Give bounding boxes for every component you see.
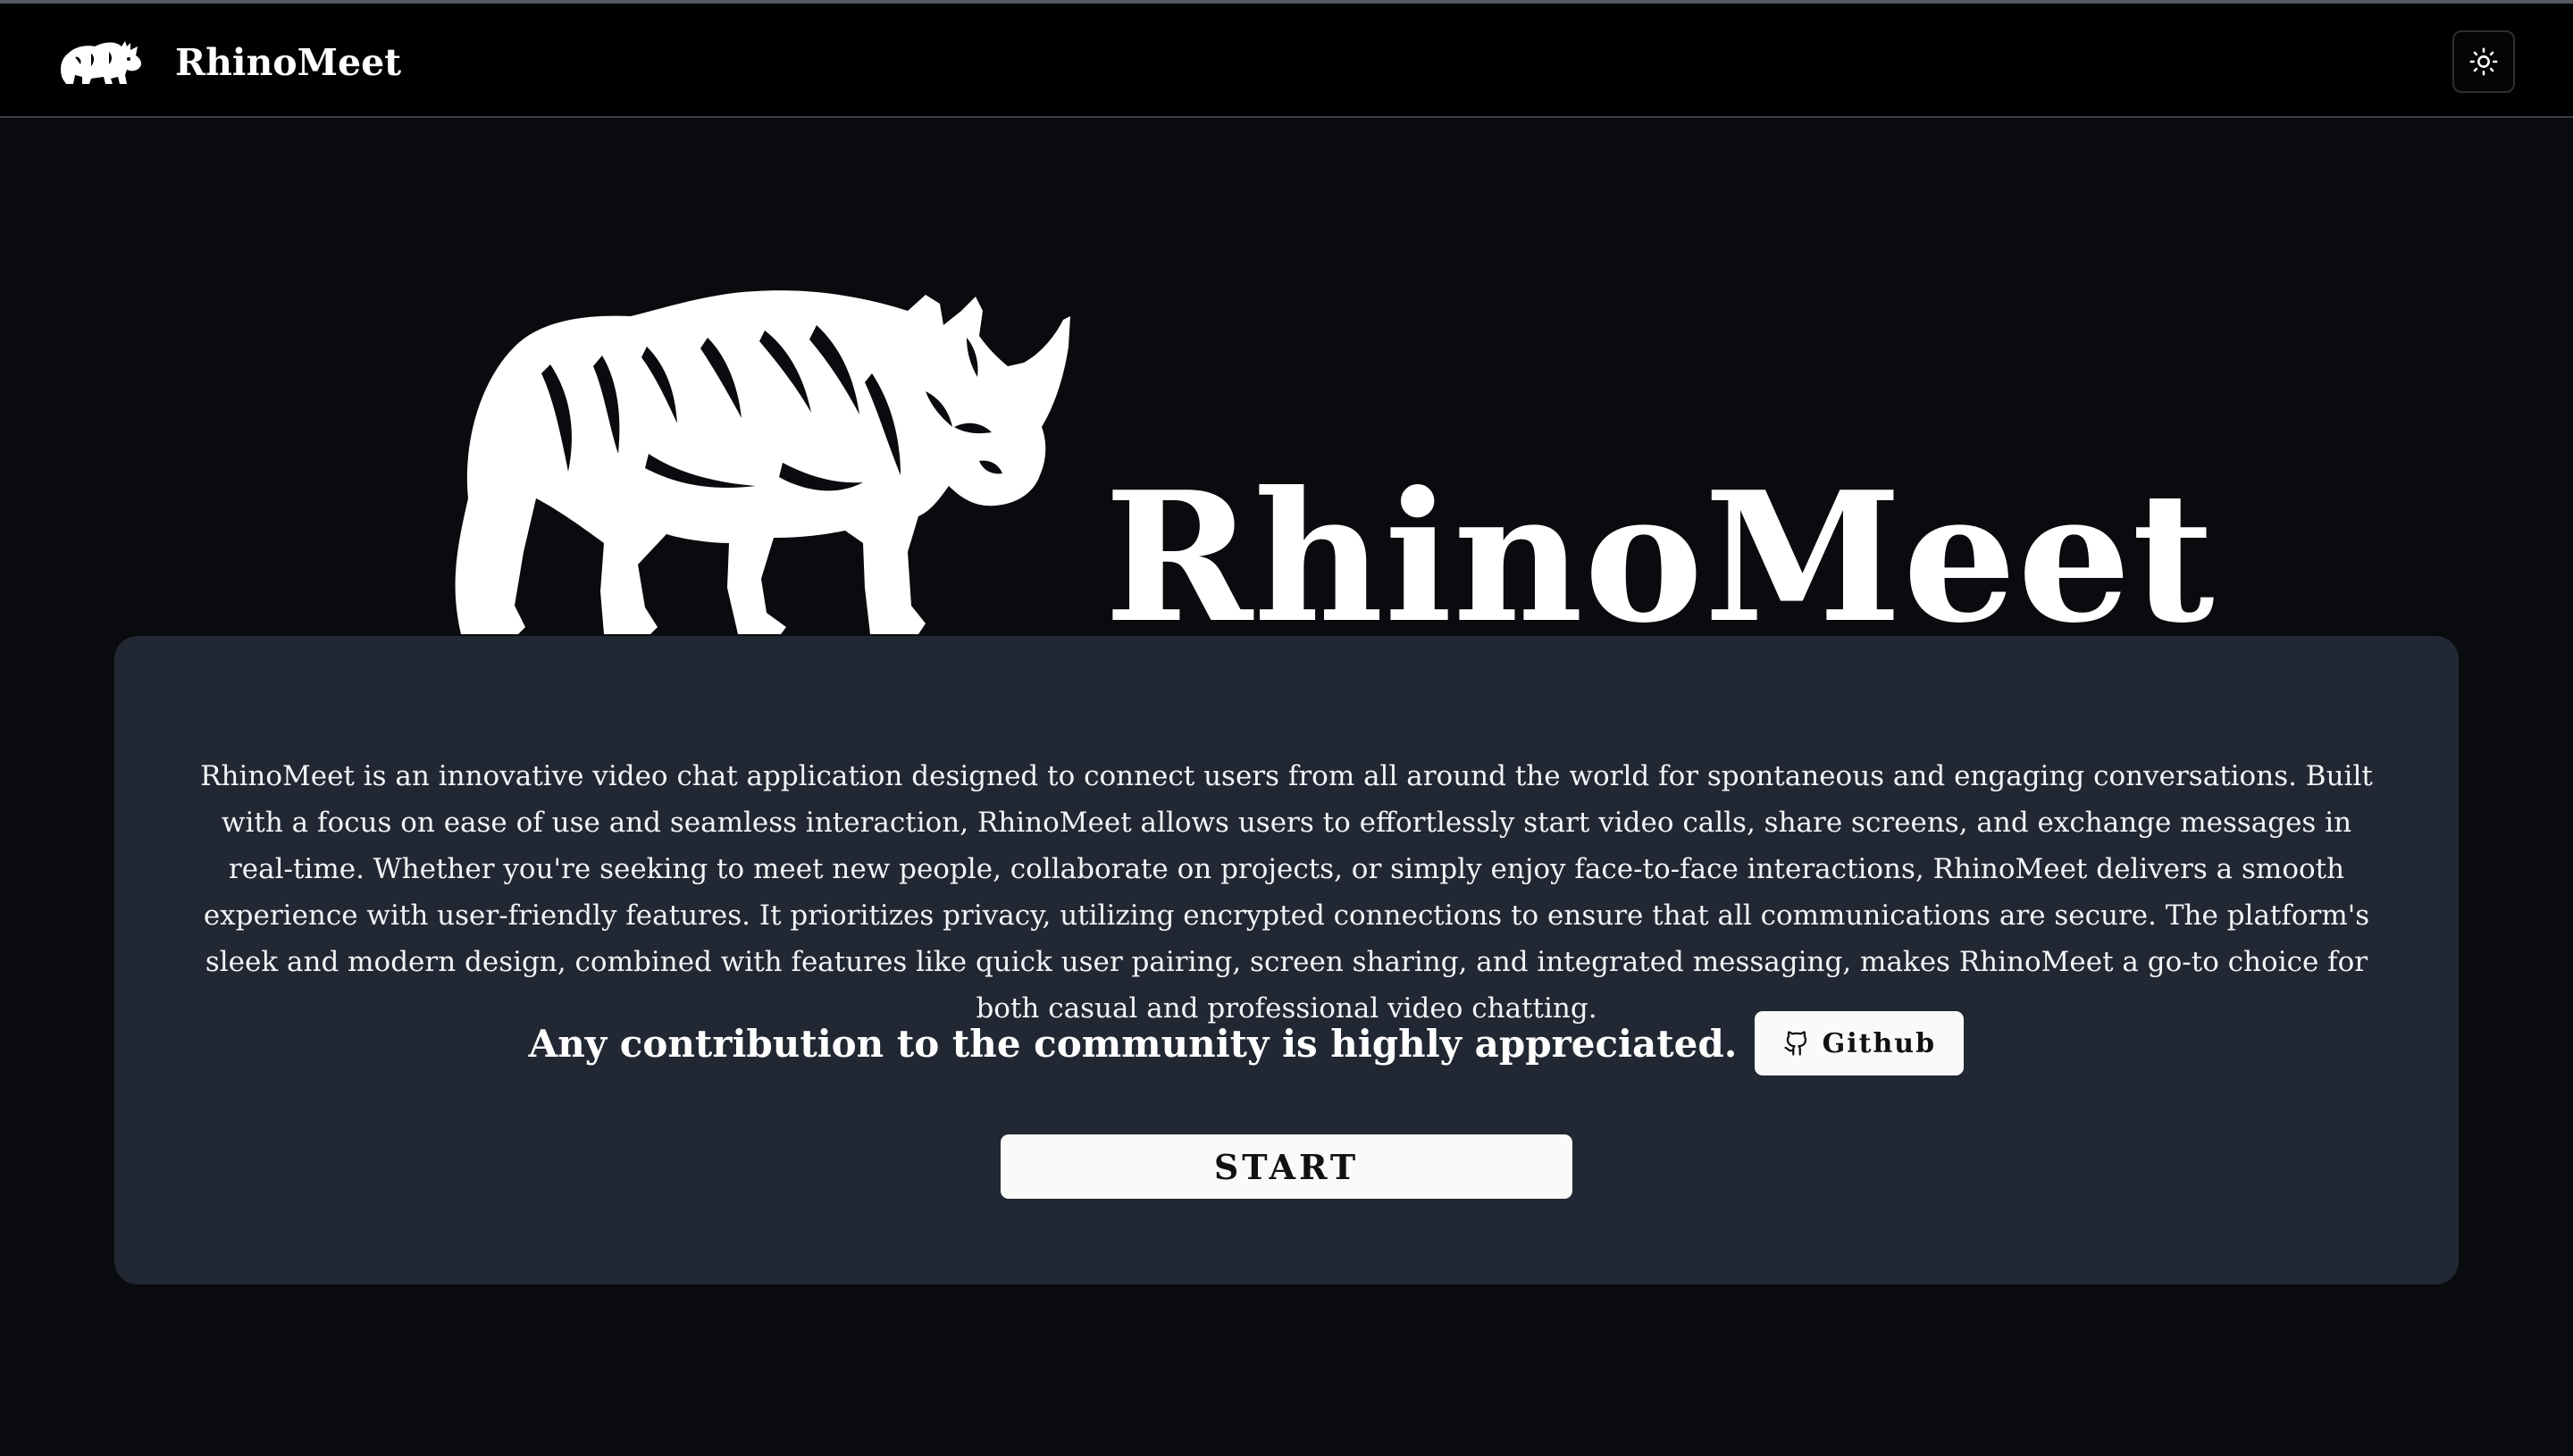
start-button[interactable]: START [1001,1134,1572,1199]
nav-title[interactable]: RhinoMeet [175,38,401,88]
rhino-logo-icon[interactable] [55,34,148,88]
contribution-text: Any contribution to the community is hig… [528,1021,1738,1066]
github-button[interactable]: Github [1755,1011,1965,1075]
navbar: RhinoMeet [0,4,2573,118]
app-description: RhinoMeet is an innovative video chat ap… [200,760,2373,1025]
contribution-row: Any contribution to the community is hig… [114,1009,2459,1077]
rhino-illustration [443,284,1077,638]
github-icon [1783,1029,1810,1058]
github-label: Github [1822,1027,1937,1059]
intro-card: RhinoMeet is an innovative video chat ap… [114,636,2459,1284]
hero-title: RhinoMeet [1104,453,2216,663]
sun-icon [2468,46,2499,77]
theme-toggle-button[interactable] [2452,30,2515,93]
